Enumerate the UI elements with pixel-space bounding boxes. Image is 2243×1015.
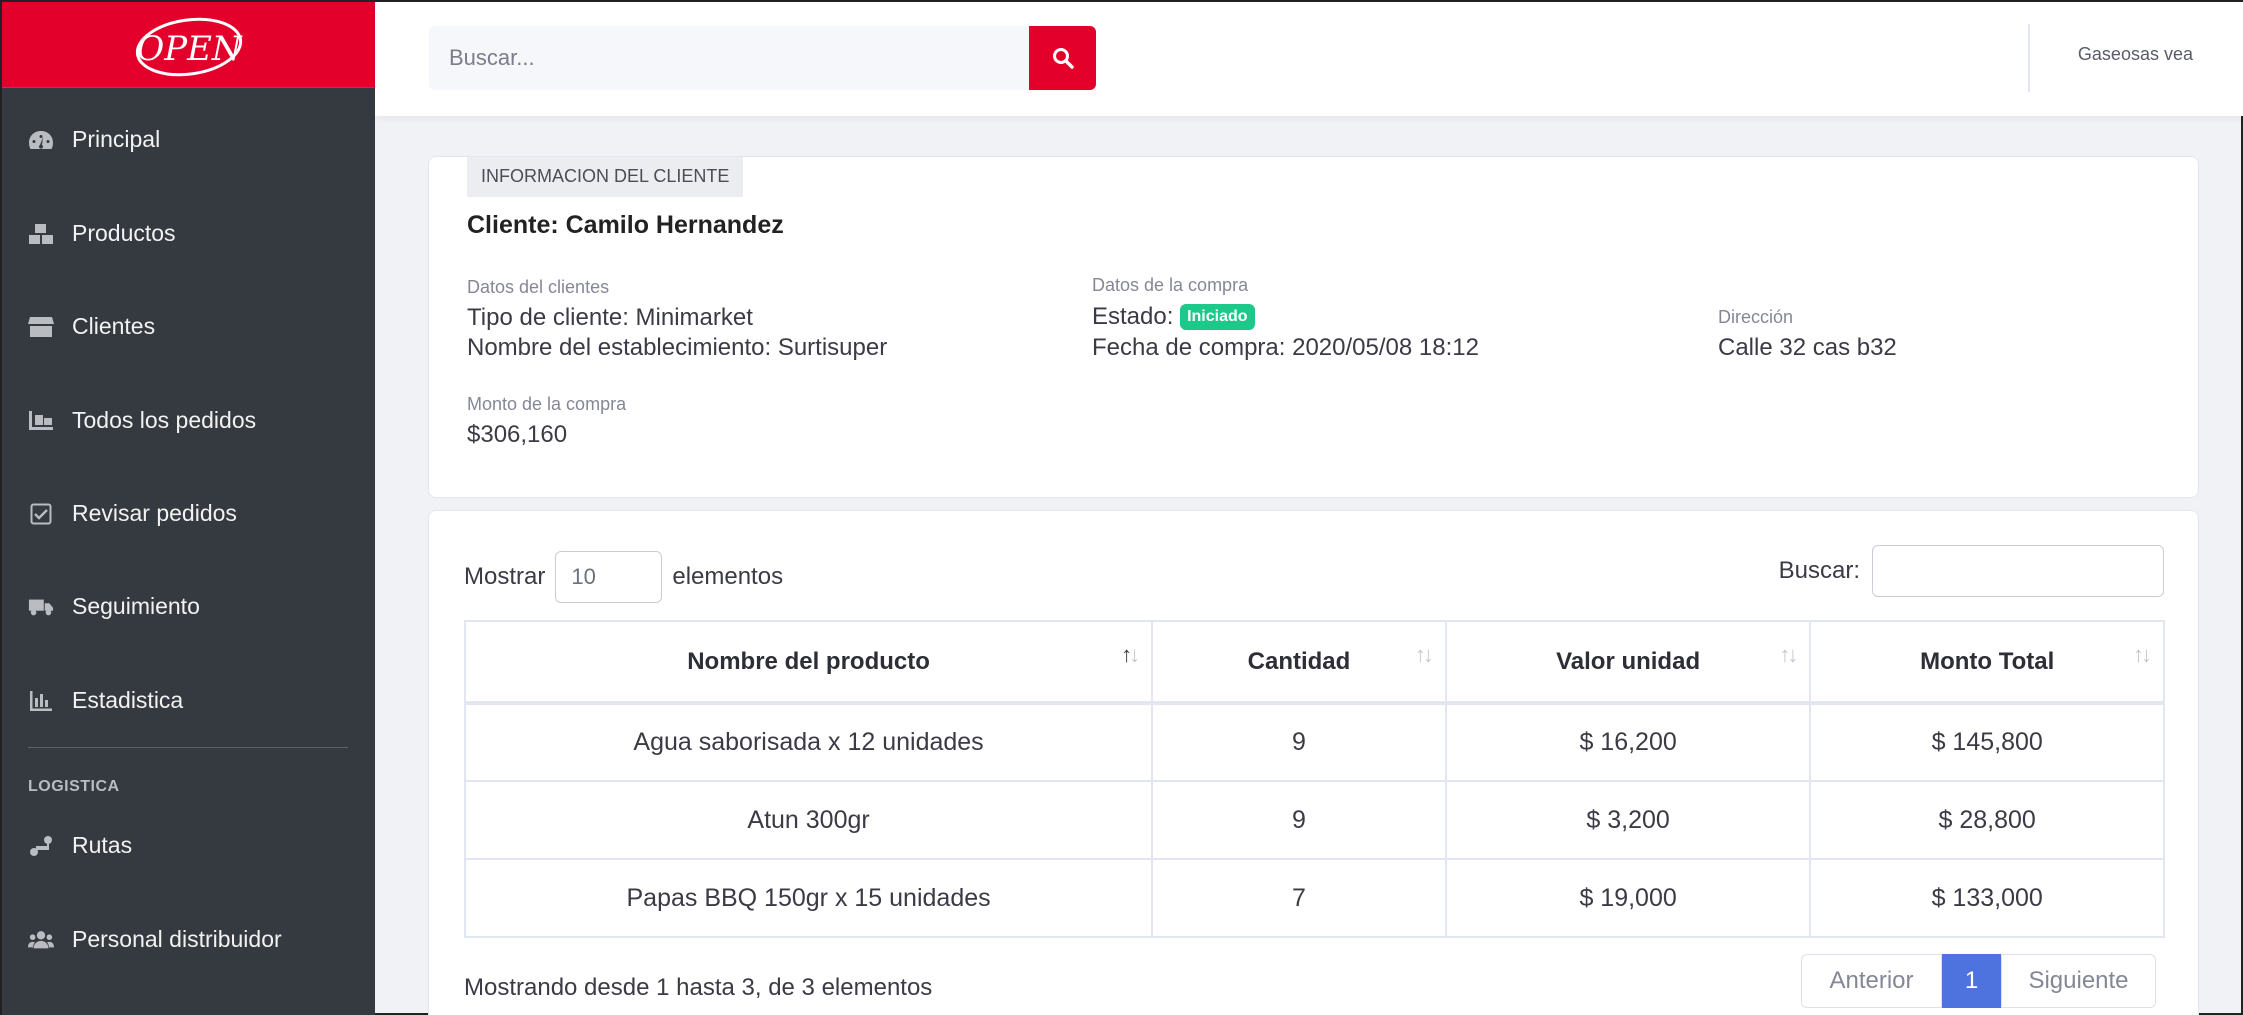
brand-logo[interactable]: OPEN: [2, 2, 375, 88]
sidebar-item-revisar-pedidos[interactable]: Revisar pedidos: [28, 500, 237, 527]
sort-icon: ↑↓: [2133, 642, 2152, 667]
cell-cantidad: 9: [1151, 702, 1447, 782]
search-button[interactable]: [1029, 26, 1096, 90]
page-length-input[interactable]: [555, 551, 663, 603]
sidebar-item-label: Seguimiento: [72, 593, 200, 619]
cell-producto: Atun 300gr: [463, 780, 1154, 860]
pagination: Anterior 1 Siguiente: [1801, 954, 2156, 1008]
sidebar-item-label: Clientes: [72, 313, 156, 339]
cell-cantidad: 9: [1151, 780, 1447, 860]
products-table: Nombre del producto ↑↓ Cantidad ↑↓ Valor u…: [463, 620, 2165, 938]
fecha-compra: Fecha de compra: 2020/05/08 18:12: [1092, 334, 1479, 361]
card-tag: INFORMACION DEL CLIENTE: [467, 157, 744, 197]
cell-valor-unidad: $ 19,000: [1444, 858, 1812, 938]
direccion: Calle 32 cas b32: [1718, 334, 1897, 361]
sidebar-section-heading: LOGISTICA: [28, 778, 120, 795]
truck-icon: [28, 595, 54, 619]
sidebar-item-seguimiento[interactable]: Seguimiento: [28, 593, 200, 620]
cell-producto: Papas BBQ 150gr x 15 unidades: [463, 858, 1154, 938]
table-row: Papas BBQ 150gr x 15 unidades 7 $ 19,000…: [463, 858, 2165, 938]
open-logo-icon: OPEN: [135, 17, 243, 76]
cell-producto: Agua saborisada x 12 unidades: [463, 702, 1154, 782]
search-icon: [1052, 48, 1074, 69]
column-header-cantidad[interactable]: Cantidad ↑↓: [1151, 620, 1447, 705]
sidebar: OPEN Principal Productos Clientes Todos …: [2, 2, 375, 1015]
sort-icon: ↑↓: [1779, 642, 1798, 667]
cell-monto-total: $ 28,800: [1809, 780, 2165, 860]
cell-valor-unidad: $ 16,200: [1444, 702, 1812, 782]
sidebar-item-clientes[interactable]: Clientes: [28, 313, 155, 340]
sidebar-item-label: Revisar pedidos: [72, 500, 237, 526]
pagination-prev-button[interactable]: Anterior: [1801, 954, 1942, 1008]
check-square-icon: [28, 502, 54, 526]
client-title: Cliente: Camilo Hernandez: [467, 211, 784, 239]
buscar-label: Buscar:: [1778, 557, 1860, 584]
estado-label: Estado:: [1092, 303, 1174, 330]
sidebar-item-rutas[interactable]: Rutas: [28, 832, 132, 859]
sidebar-item-label: Productos: [72, 220, 176, 246]
tachometer-icon: [28, 128, 54, 152]
pagination-page-1[interactable]: 1: [1942, 954, 2001, 1008]
status-badge: Iniciado: [1180, 304, 1255, 330]
pagination-next-button[interactable]: Siguiente: [2001, 954, 2156, 1008]
products-table-card: Mostrar elementos Buscar: Nombre del pro…: [428, 510, 2199, 1015]
boxes-icon: [28, 222, 54, 246]
monto-label: Monto de la compra: [467, 394, 627, 414]
user-menu[interactable]: Gaseosas vea: [2078, 44, 2193, 65]
sort-icon: ↑↓: [1121, 642, 1140, 667]
topbar-search: [429, 26, 1096, 90]
route-icon: [28, 834, 54, 858]
monto-compra: $306,160: [467, 421, 568, 448]
store-icon: [28, 315, 54, 339]
page-length-control: Mostrar elementos: [464, 551, 783, 603]
sidebar-item-principal[interactable]: Principal: [28, 126, 160, 153]
sidebar-item-todos-pedidos[interactable]: Todos los pedidos: [28, 407, 256, 434]
table-header-row: Nombre del producto ↑↓ Cantidad ↑↓ Valor u…: [463, 620, 2165, 705]
sidebar-item-productos[interactable]: Productos: [28, 220, 176, 247]
datos-compra-label: Datos de la compra: [1092, 275, 1249, 295]
chart-bar-icon: [28, 689, 54, 713]
column-header-nombre[interactable]: Nombre del producto ↑↓: [463, 620, 1154, 705]
elementos-label: elementos: [672, 563, 784, 590]
establecimiento: Nombre del establecimiento: Surtisuper: [467, 334, 888, 361]
datos-cliente-label: Datos del clientes: [467, 277, 610, 297]
column-header-valor-unidad[interactable]: Valor unidad ↑↓: [1444, 620, 1812, 705]
topbar-divider: [2028, 24, 2030, 92]
sidebar-item-label: Principal: [72, 126, 161, 152]
sidebar-item-label: Rutas: [72, 832, 133, 858]
sidebar-item-personal-distribuidor[interactable]: Personal distribuidor: [28, 926, 282, 953]
cell-monto-total: $ 133,000: [1809, 858, 2165, 938]
search-input[interactable]: [429, 26, 1029, 90]
sidebar-item-estadistica[interactable]: Estadistica: [28, 687, 183, 714]
direccion-label: Dirección: [1718, 307, 1794, 327]
dolly-icon: [28, 409, 54, 433]
column-header-monto-total[interactable]: Monto Total ↑↓: [1809, 620, 2165, 705]
cell-monto-total: $ 145,800: [1809, 702, 2165, 782]
table-search-input[interactable]: [1872, 545, 2164, 597]
table-row: Agua saborisada x 12 unidades 9 $ 16,200…: [463, 702, 2165, 782]
table-search: Buscar:: [1779, 545, 2164, 597]
cell-valor-unidad: $ 3,200: [1444, 780, 1812, 860]
users-icon: [28, 928, 54, 952]
mostrar-label: Mostrar: [464, 563, 546, 590]
cell-cantidad: 7: [1151, 858, 1447, 938]
estado: Estado: Iniciado: [1092, 303, 1255, 331]
sidebar-item-label: Estadistica: [72, 687, 184, 713]
table-row: Atun 300gr 9 $ 3,200 $ 28,800: [463, 780, 2165, 860]
logo-text: OPEN: [136, 29, 243, 69]
tipo-cliente: Tipo de cliente: Minimarket: [467, 304, 753, 331]
table-info: Mostrando desde 1 hasta 3, de 3 elemento…: [464, 974, 933, 1001]
client-info-card: INFORMACION DEL CLIENTE Cliente: Camilo …: [428, 156, 2199, 498]
sidebar-divider: [28, 747, 348, 748]
sidebar-item-label: Personal distribuidor: [72, 926, 282, 952]
sort-icon: ↑↓: [1414, 642, 1434, 667]
sidebar-item-label: Todos los pedidos: [72, 407, 257, 433]
topbar: Gaseosas vea: [375, 2, 2243, 116]
